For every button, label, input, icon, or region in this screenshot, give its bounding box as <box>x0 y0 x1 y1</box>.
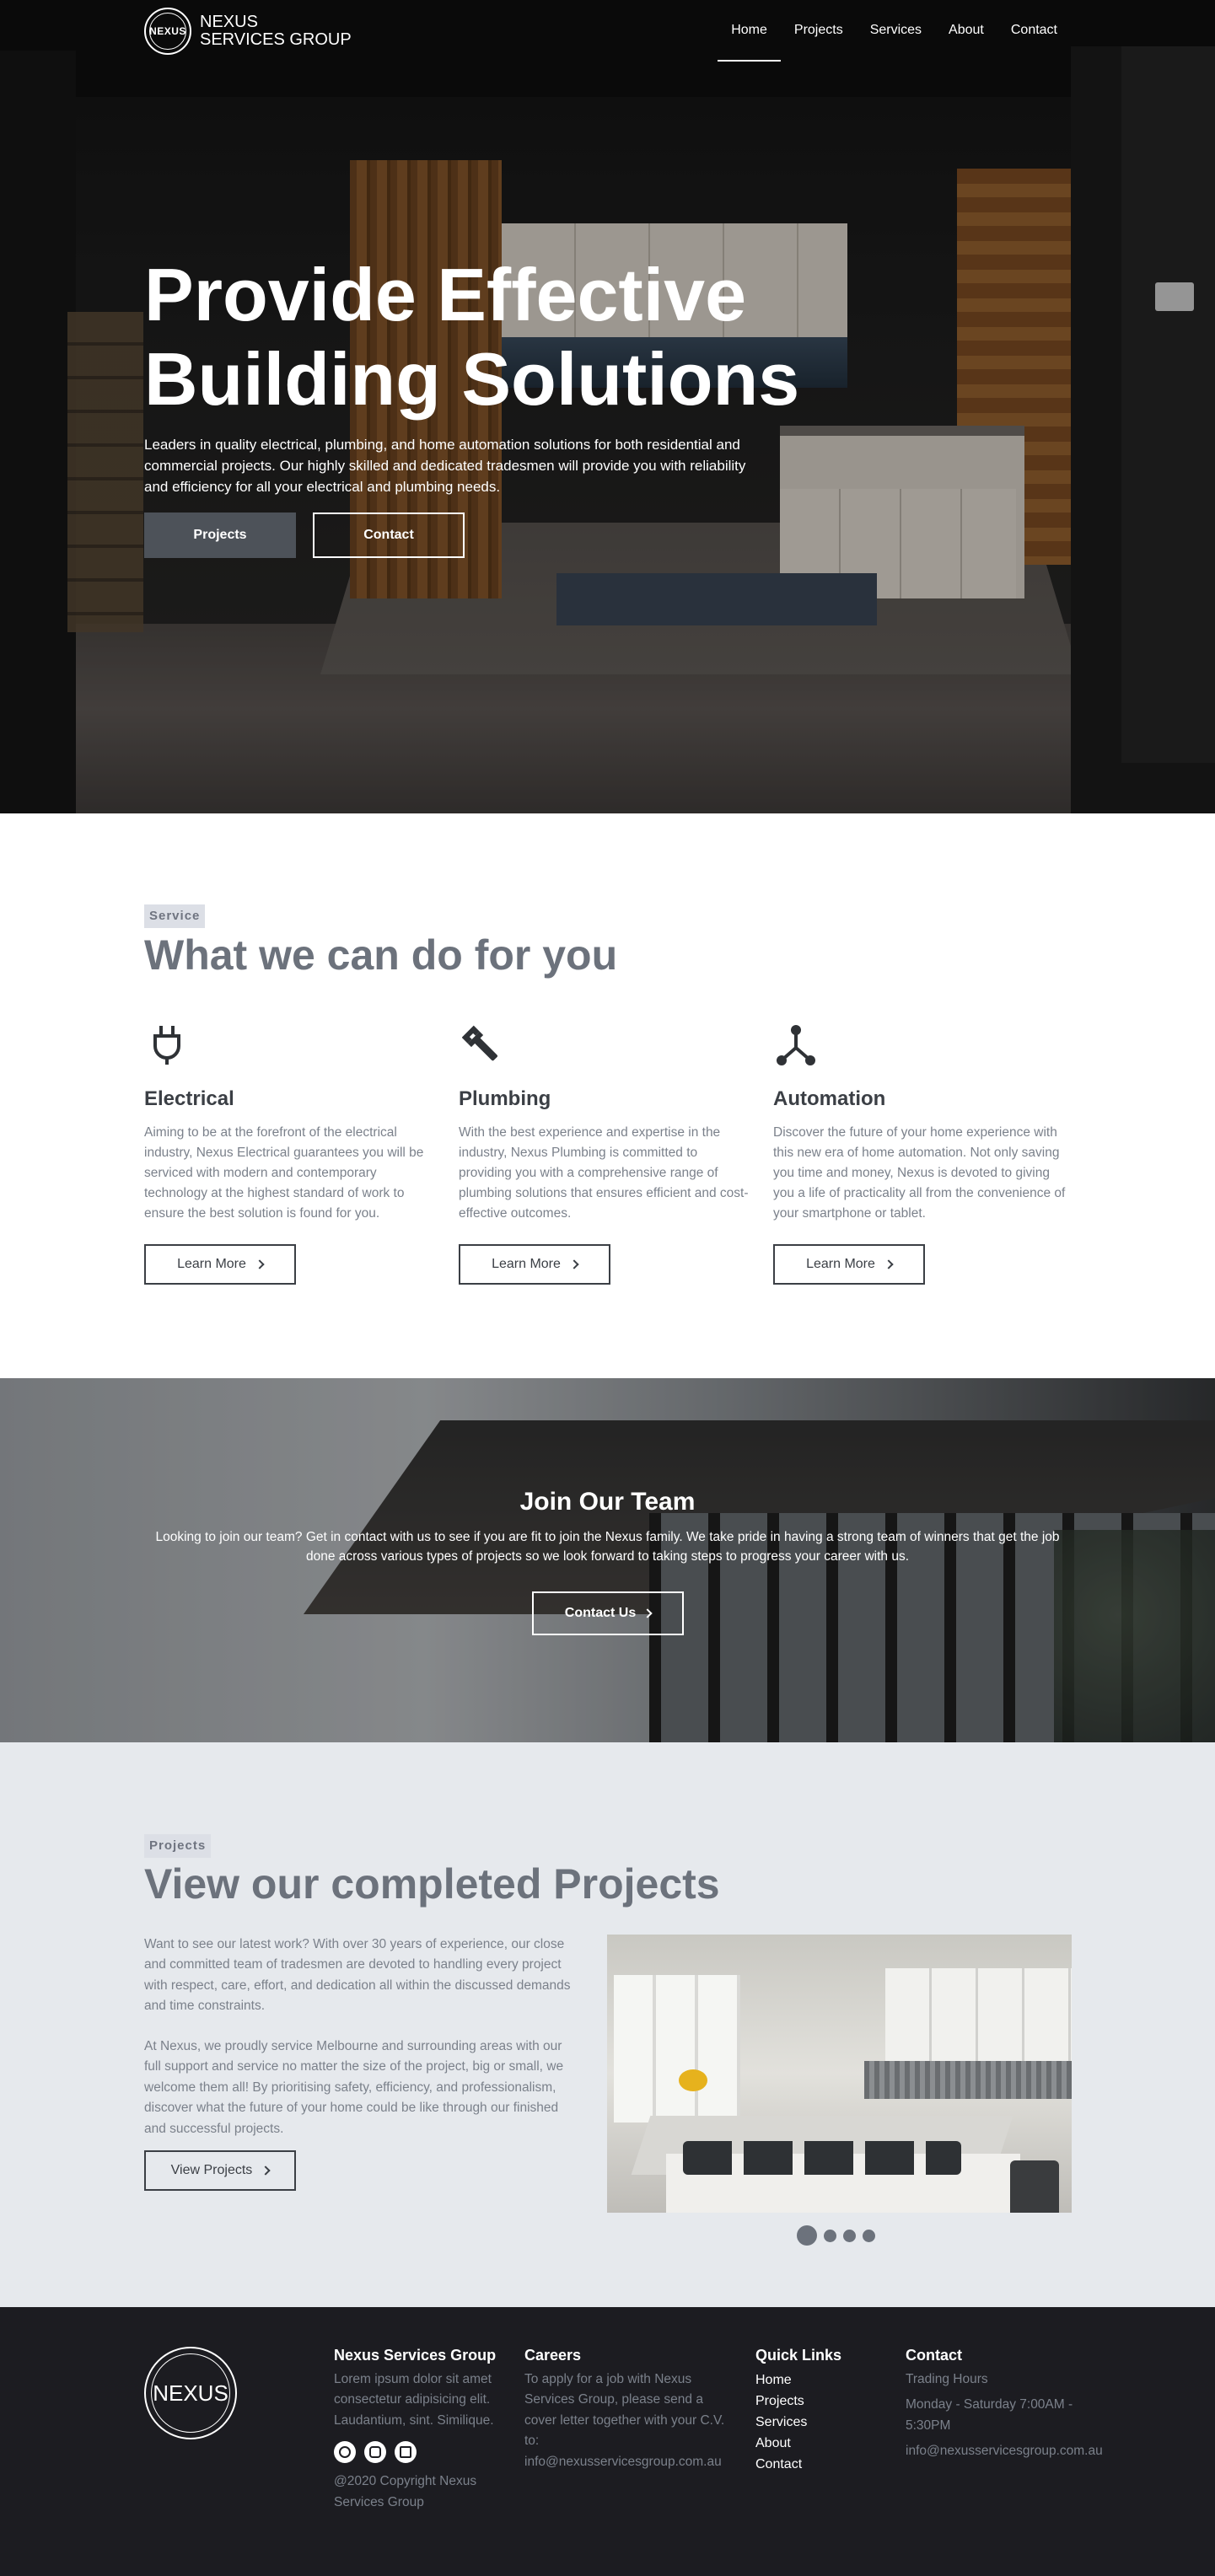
learn-more-button[interactable]: Learn More <box>773 1244 925 1285</box>
project-carousel-image[interactable] <box>607 1935 1072 2213</box>
carousel-dot-1[interactable] <box>797 2225 817 2246</box>
carousel-dot-4[interactable] <box>863 2229 875 2242</box>
carousel-indicators <box>797 2225 875 2246</box>
facebook-icon[interactable] <box>334 2441 356 2464</box>
learn-more-button[interactable]: Learn More <box>144 1244 296 1285</box>
view-projects-label: View Projects <box>170 2163 253 2177</box>
network-icon <box>777 1025 815 1065</box>
services-tag: Service <box>144 904 206 928</box>
nav-link-services[interactable]: Services <box>857 0 935 62</box>
chevron-right-icon <box>261 2165 271 2176</box>
projects-paragraph-2: At Nexus, we proudly service Melbourne a… <box>144 2039 564 2136</box>
service-title: Automation <box>773 1087 886 1110</box>
learn-more-label: Learn More <box>492 1257 561 1271</box>
service-text: With the best experience and expertise i… <box>459 1125 749 1221</box>
hero-title-line2: Building Solutions <box>144 337 800 421</box>
instagram-icon[interactable] <box>364 2441 386 2464</box>
nav-link-projects[interactable]: Projects <box>781 0 857 62</box>
learn-more-label: Learn More <box>177 1257 246 1271</box>
contact-us-button[interactable]: Contact Us <box>532 1591 684 1635</box>
hero-contact-button[interactable]: Contact <box>313 513 465 558</box>
chevron-right-icon <box>255 1259 265 1269</box>
service-card-plumbing: Plumbing With the best experience and ex… <box>459 1024 754 1285</box>
service-text: Aiming to be at the forefront of the ele… <box>144 1125 424 1221</box>
kitchen-bin <box>1010 2160 1059 2213</box>
footer-contact-title: Contact <box>906 2347 962 2364</box>
services-title: What we can do for you <box>144 931 618 979</box>
hero-projects-button[interactable]: Projects <box>144 513 296 558</box>
hero-description: Leaders in quality electrical, plumbing,… <box>144 437 746 495</box>
learn-more-button[interactable]: Learn More <box>459 1244 610 1285</box>
service-card-automation: Automation Discover the future of your h… <box>773 1024 1068 1285</box>
footer-copyright: @2020 Copyright Nexus Services Group <box>334 2474 477 2509</box>
kitchen-tiles <box>864 2061 1072 2099</box>
footer-about-title: Nexus Services Group <box>334 2347 497 2364</box>
nav-link-home[interactable]: Home <box>718 0 781 62</box>
join-title: Join Our Team <box>519 1488 696 1516</box>
footer-careers-text: To apply for a job with Nexus Services G… <box>524 2372 725 2469</box>
footer-careers-title: Careers <box>524 2347 582 2364</box>
plug-icon <box>153 1026 180 1065</box>
footer-quick-links-title: Quick Links <box>755 2347 842 2364</box>
brand-logo[interactable]: NEXUS NEXUS SERVICES GROUP <box>144 8 352 55</box>
footer-about-text: Lorem ipsum dolor sit amet consectetur a… <box>334 2372 494 2428</box>
hero-title-line1: Provide Effective <box>144 253 747 336</box>
contact-us-label: Contact Us <box>564 1606 637 1620</box>
brand-name-line1: NEXUS <box>200 13 258 31</box>
footer-link-services[interactable]: Services <box>755 2412 882 2433</box>
chevron-right-icon <box>884 1259 894 1269</box>
hero-title: Provide Effective Building Solutions <box>144 253 903 421</box>
wrench-icon <box>461 1025 497 1061</box>
footer-link-projects[interactable]: Projects <box>755 2391 882 2412</box>
brand-name: NEXUS SERVICES GROUP <box>200 13 352 49</box>
footer-link-home[interactable]: Home <box>755 2369 882 2391</box>
carousel-dot-2[interactable] <box>824 2229 836 2242</box>
service-card-electrical: Electrical Aiming to be at the forefront… <box>144 1024 439 1285</box>
projects-tag: Projects <box>144 1834 212 1858</box>
nav-link-about[interactable]: About <box>935 0 997 62</box>
kitchen-window <box>614 1975 740 2123</box>
nav-links: Home Projects Services About Contact <box>718 0 1071 62</box>
footer-link-contact[interactable]: Contact <box>755 2454 882 2475</box>
view-projects-button[interactable]: View Projects <box>144 2150 296 2191</box>
service-text: Discover the future of your home experie… <box>773 1125 1066 1221</box>
footer-about: Nexus Services Group Lorem ipsum dolor s… <box>334 2347 511 2513</box>
footer-careers: Careers To apply for a job with Nexus Se… <box>524 2347 735 2472</box>
main-nav: NEXUS NEXUS SERVICES GROUP Home Projects… <box>0 0 1215 62</box>
brand-name-line2: SERVICES GROUP <box>200 30 352 49</box>
footer-trading-hours: Monday - Saturday 7:00AM - 5:30PM <box>906 2397 1073 2433</box>
footer-email[interactable]: info@nexusservicesgroup.com.au <box>906 2441 1125 2461</box>
linkedin-icon[interactable] <box>395 2441 417 2464</box>
nav-link-contact[interactable]: Contact <box>997 0 1071 62</box>
join-text: Looking to join our team? Get in contact… <box>155 1530 1060 1564</box>
logo-mark: NEXUS <box>144 8 191 55</box>
learn-more-label: Learn More <box>806 1257 875 1271</box>
projects-paragraph-1: Want to see our latest work? With over 3… <box>144 1937 571 2014</box>
footer-quick-links: Quick Links Home Projects Services About… <box>755 2347 882 2475</box>
social-links <box>334 2441 511 2464</box>
kitchen-flowers <box>679 2069 707 2091</box>
service-title: Electrical <box>144 1087 234 1110</box>
carousel-dot-3[interactable] <box>843 2229 856 2242</box>
chevron-right-icon <box>569 1259 579 1269</box>
kitchen-stools <box>683 2141 961 2175</box>
projects-title: View our completed Projects <box>144 1860 720 1908</box>
footer-trading-hours-label: Trading Hours <box>906 2372 988 2386</box>
footer-contact: Contact Trading Hours Monday - Saturday … <box>906 2347 1125 2462</box>
footer-link-about[interactable]: About <box>755 2433 882 2454</box>
service-title: Plumbing <box>459 1087 551 1110</box>
chevron-right-icon <box>642 1608 653 1618</box>
footer-logo[interactable]: NEXUS <box>144 2347 237 2439</box>
kitchen-cabinets <box>885 1968 1072 2061</box>
